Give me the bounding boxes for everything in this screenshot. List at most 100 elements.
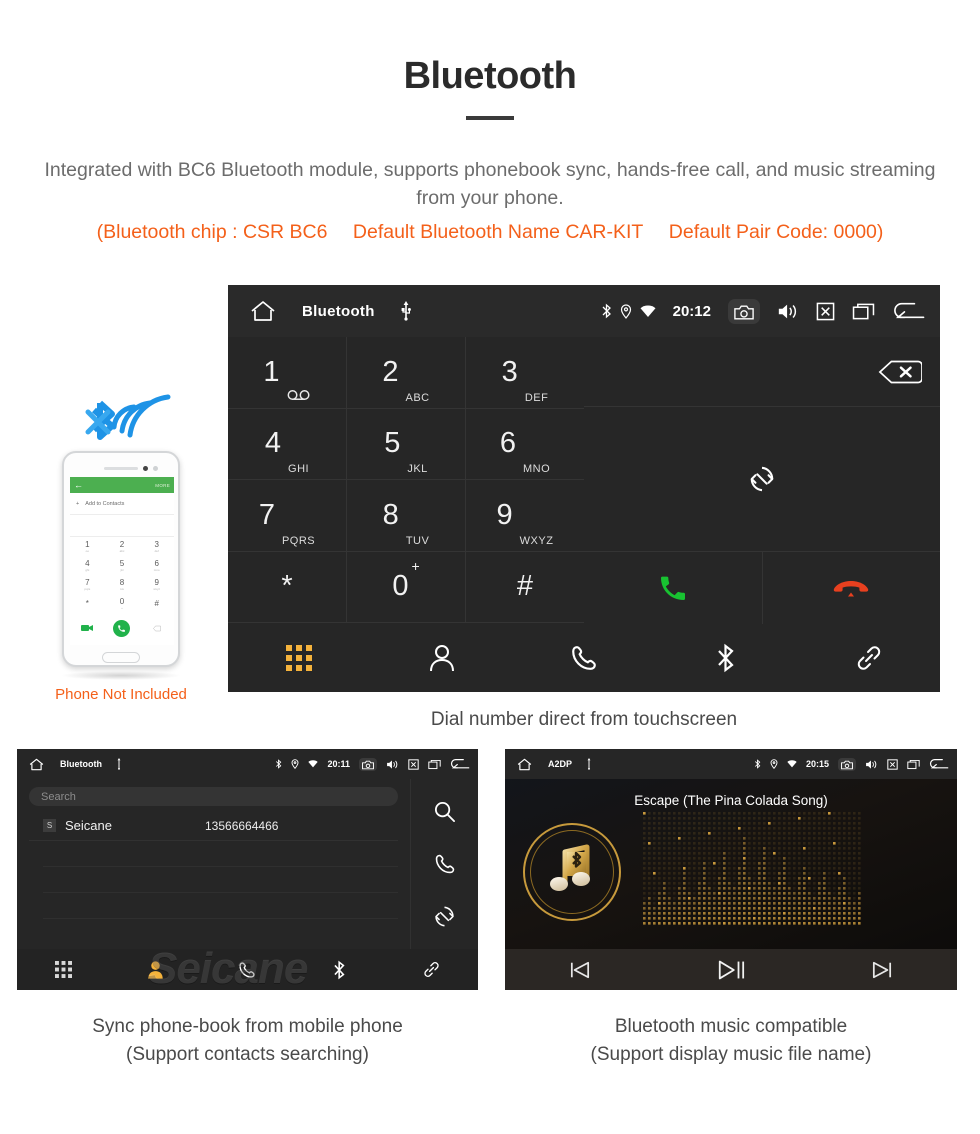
phonebook-caption-line2: (Support contacts searching) [126,1043,369,1065]
phone-add-contacts-row: + Add to Contacts [70,493,174,515]
number-display [584,337,940,406]
tab-contacts[interactable] [147,960,164,979]
home-icon[interactable] [29,758,44,771]
transport-controls [505,949,957,990]
phonebook-caption-line1: Sync phone-book from mobile phone [92,1016,403,1037]
usb-icon [586,758,592,770]
dial-right-pane [584,337,940,624]
speaker-icon[interactable] [386,759,399,770]
dial-key-9[interactable]: 9 WXYZ [466,480,584,551]
next-track-icon[interactable] [870,960,894,980]
tab-dialpad[interactable] [54,961,72,978]
phone-video-icon [81,624,94,632]
phone-key: * [85,598,89,608]
usb-icon [401,301,411,321]
call-controls [584,552,940,624]
dial-key-8[interactable]: 8 TUV [347,480,465,551]
wifi-icon [787,760,797,768]
main-caption: Dial number direct from touchscreen [430,709,738,730]
dial-key-hash[interactable]: # [466,551,584,622]
sync-icon[interactable] [433,905,456,928]
phone-key: 7 pqrs [84,577,91,591]
sync-contacts-button[interactable] [584,407,940,551]
speaker-icon[interactable] [777,302,799,321]
tab-link[interactable] [854,643,884,673]
camera-icon[interactable] [728,298,760,324]
spec-note: (Bluetooth chip : CSR BC6 Default Blueto… [20,218,960,247]
dial-key-star[interactable]: * [228,551,346,622]
phonebook-unit: Bluetooth 20:11 Search S Seicane 1356666… [17,749,478,990]
wifi-icon [308,760,319,768]
close-box-icon[interactable] [408,758,419,770]
page-subtitle: Integrated with BC6 Bluetooth module, su… [44,158,936,210]
hangup-icon [833,576,869,600]
previous-track-icon[interactable] [568,960,592,980]
recents-icon[interactable] [428,759,441,770]
bluetooth-signal-graphic [36,385,206,445]
contact-number: 13566664466 [205,818,279,833]
dial-key-2[interactable]: 2 ABC [347,337,465,408]
speaker-icon[interactable] [865,759,878,770]
phone-add-contacts-label: Add to Contacts [85,500,125,507]
location-icon [620,303,632,319]
hangup-button[interactable] [762,552,940,624]
close-box-icon[interactable] [816,302,835,321]
status-time-2: 20:11 [327,759,350,769]
dial-key-0[interactable]: 0 + [347,551,465,622]
tab-link[interactable] [422,960,441,979]
wifi-icon [640,305,656,318]
close-box-icon[interactable] [887,758,898,770]
search-input[interactable]: Search [29,787,398,806]
bluetooth-icon [601,303,612,319]
bluetooth-icon [754,759,761,769]
spec-chip: (Bluetooth chip : CSR BC6 [96,221,328,244]
phone-icon[interactable] [434,853,456,875]
album-art [523,823,621,921]
contact-name: Seicane [65,818,112,833]
home-icon[interactable] [250,300,276,322]
tab-bluetooth[interactable] [333,960,346,980]
tab-call-log[interactable] [238,961,256,979]
location-icon [770,759,778,769]
tab-dialpad[interactable] [286,644,313,671]
phonebook-body: Search S Seicane 13566664466 [17,779,478,949]
main-dialer-unit: Bluetooth 20:12 1 2 ABC 3 DEF 4 GHI 5 JK… [228,285,940,692]
tab-bluetooth[interactable] [716,643,736,673]
contact-row[interactable]: S Seicane 13566664466 [29,811,398,841]
camera-icon[interactable] [359,757,377,771]
music-caption-line2: (Support display music file name) [590,1043,872,1065]
dial-key-4[interactable]: 4 GHI [228,408,346,479]
backspace-icon[interactable] [878,359,922,385]
play-pause-icon[interactable] [716,959,746,981]
back-arrow-icon[interactable] [929,758,949,770]
recents-icon[interactable] [907,759,920,770]
phone-key: 2 abc [119,539,125,553]
phone-key: 6 mno [153,558,160,572]
page-root: Bluetooth Integrated with BC6 Bluetooth … [0,0,980,1134]
tab-call-log[interactable] [570,644,598,672]
recents-icon[interactable] [852,302,875,321]
unit-title-2: Bluetooth [60,759,102,769]
home-icon[interactable] [517,758,532,771]
bottom-tabbar [228,622,940,692]
phone-key: 5 jkl [119,558,125,572]
search-icon[interactable] [433,800,456,823]
dial-key-6[interactable]: 6 MNO [466,408,584,479]
dial-key-5[interactable]: 5 JKL [347,408,465,479]
tab-contacts[interactable] [429,644,455,672]
back-arrow-icon[interactable] [892,301,926,321]
phone-more-label: MORE [155,482,170,488]
camera-icon[interactable] [838,757,856,771]
back-icon: ← [74,479,83,490]
dial-key-7[interactable]: 7 PQRS [228,480,346,551]
phone-key: 0 + [119,596,125,610]
phone-key: 8 tuv [119,577,125,591]
dial-key-1[interactable]: 1 [228,337,346,408]
call-button[interactable] [584,552,762,624]
unit-title: Bluetooth [302,302,375,320]
status-time: 20:12 [672,302,711,320]
song-title: Escape (The Pina Colada Song) [634,793,828,808]
back-arrow-icon[interactable] [450,758,470,770]
spec-name: Default Bluetooth Name CAR-KIT [352,221,644,244]
dial-key-3[interactable]: 3 DEF [466,337,584,408]
